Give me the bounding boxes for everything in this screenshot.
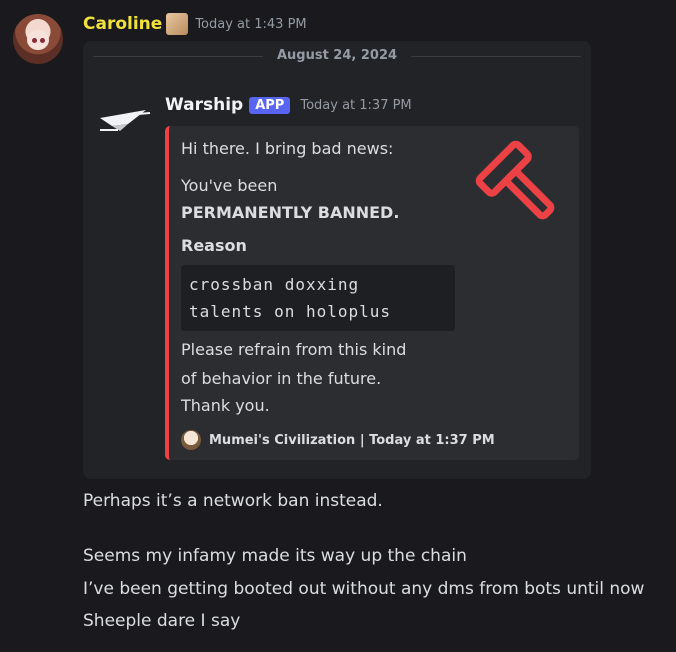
ban-embed: Hi there. I bring bad news: You've been … [165,126,579,460]
bot-timestamp[interactable]: Today at 1:37 PM [300,98,411,113]
embed-text: You've been [181,176,278,195]
embed-footer: Mumei's Civilization | Today at 1:37 PM [181,430,495,450]
message-header: Caroline Today at 1:43 PM [83,13,307,35]
app-badge: APP [249,96,291,114]
message-line: Perhaps it’s a network ban instead. [83,491,383,511]
message-line: Sheeple dare I say [83,611,241,631]
reason-line: talents on holoplus [189,302,392,321]
divider-line [411,56,581,57]
username[interactable]: Caroline [83,14,162,34]
date-divider: August 24, 2024 [93,47,581,67]
embed-note: Please refrain from this kind [181,340,407,359]
reason-line: crossban doxxing [189,275,360,294]
footer-text: Mumei's Civilization | Today at 1:37 PM [209,432,495,448]
embed-ban-text: PERMANENTLY BANNED. [181,203,400,222]
role-icon[interactable] [166,13,189,35]
embed-reason-label: Reason [181,236,247,255]
embed-greeting: Hi there. I bring bad news: [181,139,394,158]
message-line: Seems my infamy made its way up the chai… [83,546,467,566]
bot-name[interactable]: Warship [165,95,243,115]
avatar-eye [40,38,45,43]
forwarded-message[interactable]: August 24, 2024 Warship APP Today at 1:3… [83,41,591,479]
server-icon [181,430,201,450]
warship-bot-avatar-icon[interactable] [98,104,152,134]
embed-note: Thank you. [181,396,270,415]
message-line: I’ve been getting booted out without any… [83,579,645,599]
avatar-eye [32,38,37,43]
message-timestamp[interactable]: Today at 1:43 PM [195,17,306,32]
reason-codeblock: crossban doxxing talents on holoplus [181,265,455,331]
user-avatar[interactable] [13,14,63,64]
gavel-icon[interactable] [475,140,565,230]
avatar-face [27,30,49,50]
embed-note: of behavior in the future. [181,369,382,388]
bot-header: Warship APP Today at 1:37 PM [165,95,412,115]
